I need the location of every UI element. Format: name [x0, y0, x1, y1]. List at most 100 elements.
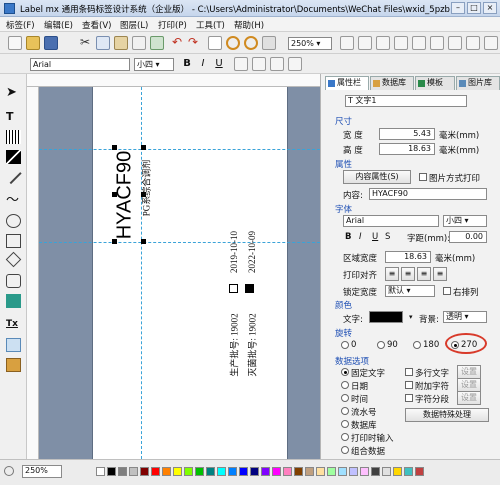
menu-layer[interactable]: 图层(L) [120, 19, 148, 31]
menu-print[interactable]: 打印(P) [158, 19, 187, 31]
segment-checkbox[interactable] [405, 394, 413, 402]
align-icon[interactable] [340, 36, 354, 50]
zoom-in-icon[interactable] [226, 36, 240, 50]
color-swatch[interactable] [283, 467, 292, 476]
content-input[interactable]: HYACF90 [369, 188, 487, 200]
align-center-button[interactable]: ≡ [401, 267, 415, 281]
color-swatch[interactable] [140, 467, 149, 476]
label-page[interactable] [92, 87, 288, 459]
align-left-button[interactable]: ≡ [385, 267, 399, 281]
align-left-icon[interactable] [234, 57, 248, 71]
tab-database[interactable]: 数据库 [370, 76, 414, 90]
menu-view[interactable]: 查看(V) [82, 19, 111, 31]
tab-template[interactable]: 模板 [415, 76, 455, 90]
right-arrange-checkbox[interactable] [443, 287, 451, 295]
status-zoom-select[interactable]: 250% [22, 465, 62, 478]
group-icon[interactable] [394, 36, 408, 50]
selection-handle[interactable] [112, 145, 117, 150]
text-color-swatch[interactable] [369, 311, 403, 323]
menu-label[interactable]: 标签(F) [6, 19, 35, 31]
menu-tools[interactable]: 工具(T) [196, 19, 225, 31]
append-char-settings-button[interactable]: 设置 [457, 378, 481, 392]
fill-icon[interactable] [6, 294, 21, 308]
sub-text-object[interactable]: PG系综合调剂 [140, 160, 153, 217]
date-text-1[interactable]: 2019-10-10 [229, 231, 239, 273]
color-swatch[interactable] [129, 467, 138, 476]
color-swatch[interactable] [162, 467, 171, 476]
rotate-90-radio[interactable] [377, 341, 385, 349]
pointer-icon[interactable]: ➤ [6, 86, 21, 100]
color-swatch[interactable] [327, 467, 336, 476]
color-swatch[interactable] [239, 467, 248, 476]
justify-icon[interactable] [288, 57, 302, 71]
menu-help[interactable]: 帮助(H) [234, 19, 264, 31]
color-swatch[interactable] [305, 467, 314, 476]
qrcode-icon[interactable] [6, 150, 21, 164]
color-swatch[interactable] [349, 467, 358, 476]
fit-icon[interactable] [262, 36, 276, 50]
close-button[interactable]: × [483, 2, 497, 14]
color-swatch[interactable] [316, 467, 325, 476]
color-swatch[interactable] [250, 467, 259, 476]
font-size-select[interactable]: 小四 ▾ [134, 58, 174, 71]
align-center-icon[interactable] [252, 57, 266, 71]
color-swatch[interactable] [206, 467, 215, 476]
ungroup-icon[interactable] [412, 36, 426, 50]
batch-text-2[interactable]: 灭菌批号: 19002 [246, 313, 259, 376]
underline-icon[interactable]: U [212, 57, 226, 71]
main-text-object[interactable]: HYACF90 [114, 151, 137, 240]
distribute-icon[interactable] [358, 36, 372, 50]
color-swatch[interactable] [118, 467, 127, 476]
symbol-box[interactable] [245, 284, 254, 293]
open-icon[interactable] [26, 36, 40, 50]
color-swatch[interactable] [173, 467, 182, 476]
panel-bold-icon[interactable]: B [345, 232, 351, 242]
cut-icon[interactable]: ✂ [78, 36, 92, 50]
curve-icon[interactable]: ～ [6, 194, 21, 208]
order-icon[interactable] [376, 36, 390, 50]
rectangle-icon[interactable] [6, 234, 21, 248]
append-char-checkbox[interactable] [405, 381, 413, 389]
rich-text-icon[interactable]: Tx [6, 318, 21, 332]
rotate-0-radio[interactable] [341, 341, 349, 349]
color-swatch[interactable] [382, 467, 391, 476]
align-right-icon[interactable] [270, 57, 284, 71]
undo-icon[interactable]: ↶ [170, 36, 184, 50]
lock-width-select[interactable]: 默认 ▾ [385, 285, 435, 297]
image-icon[interactable] [6, 338, 21, 352]
batch-text[interactable]: 生产批号: 19002 [228, 313, 241, 376]
data-option-radio[interactable] [341, 368, 349, 376]
italic-icon[interactable]: I [196, 57, 210, 71]
color-swatch[interactable] [272, 467, 281, 476]
selection-handle[interactable] [141, 239, 146, 244]
segment-settings-button[interactable]: 设置 [457, 391, 481, 405]
object-select[interactable]: T 文字1 [345, 95, 467, 107]
delete-icon[interactable] [132, 36, 146, 50]
data-option-radio[interactable] [341, 420, 349, 428]
color-swatch[interactable] [404, 467, 413, 476]
color-swatch[interactable] [228, 467, 237, 476]
multiline-settings-button[interactable]: 设置 [457, 365, 481, 379]
database-icon[interactable] [6, 358, 21, 372]
tab-properties[interactable]: 属性栏 [325, 76, 369, 90]
content-properties-button[interactable]: 内容属性(S) [343, 170, 411, 184]
color-swatch[interactable] [195, 467, 204, 476]
paste-icon[interactable] [114, 36, 128, 50]
data-option-radio[interactable] [341, 394, 349, 402]
text-color-dropdown[interactable]: ▾ [409, 313, 413, 321]
diamond-icon[interactable] [5, 251, 22, 268]
symbol-box[interactable] [229, 284, 238, 293]
color-swatch[interactable] [338, 467, 347, 476]
panel-font-size-select[interactable]: 小四 ▾ [443, 215, 487, 227]
grid-icon[interactable] [208, 36, 222, 50]
rotate-180-radio[interactable] [413, 341, 421, 349]
tab-image-library[interactable]: 图片库 [456, 76, 500, 90]
print-icon[interactable] [150, 36, 164, 50]
data-option-radio[interactable] [341, 433, 349, 441]
selection-handle[interactable] [141, 145, 146, 150]
color-swatch[interactable] [107, 467, 116, 476]
special-processing-button[interactable]: 数据特殊处理 [405, 408, 489, 422]
panel-underline-icon[interactable]: U [372, 232, 378, 242]
color-swatch[interactable] [371, 467, 380, 476]
color-swatch[interactable] [217, 467, 226, 476]
